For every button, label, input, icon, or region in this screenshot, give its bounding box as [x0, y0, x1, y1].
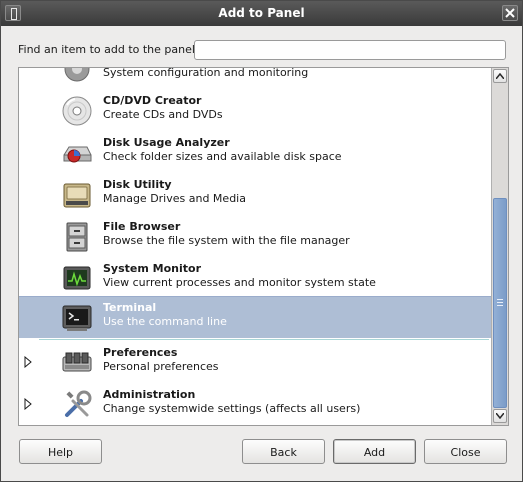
item-description: View current processes and monitor syste…: [103, 276, 376, 289]
item-list-viewport: System configuration and monitoring CD/D…: [19, 68, 491, 425]
item-description: Create CDs and DVDs: [103, 108, 223, 121]
item-description: System configuration and monitoring: [103, 68, 309, 79]
scrollbar-grip: [497, 299, 503, 307]
item-name: CD/DVD Creator: [103, 94, 202, 107]
disk-usage-icon: [63, 146, 92, 163]
cd-dvd-icon: [62, 96, 92, 126]
category-separator: [39, 339, 489, 340]
item-name: Disk Utility: [103, 178, 172, 191]
item-description: Personal preferences: [103, 360, 219, 373]
system-tools-icon: [64, 68, 90, 82]
item-name: Disk Usage Analyzer: [103, 136, 230, 149]
close-button[interactable]: Close: [424, 439, 507, 464]
list-item[interactable]: File Browser Browse the file system with…: [19, 216, 491, 258]
list-item[interactable]: Terminal Use the command line: [19, 296, 491, 338]
system-monitor-icon: [63, 266, 91, 290]
item-description: Browse the file system with the file man…: [103, 234, 350, 247]
item-name: System Monitor: [103, 262, 201, 275]
scroll-down-button[interactable]: [493, 409, 507, 423]
preferences-icon: [62, 352, 92, 372]
item-description: Check folder sizes and available disk sp…: [103, 150, 342, 163]
item-name: Administration: [103, 388, 196, 401]
list-item[interactable]: CD/DVD Creator Create CDs and DVDs: [19, 90, 491, 132]
item-description: Change systemwide settings (affects all …: [103, 402, 361, 415]
expander-arrow-icon[interactable]: [24, 356, 32, 368]
list-item[interactable]: Administration Change systemwide setting…: [19, 384, 491, 425]
administration-icon: [65, 390, 92, 417]
close-window-icon[interactable]: [502, 5, 518, 21]
scroll-up-button[interactable]: [493, 69, 507, 83]
window-title: Add to Panel: [218, 6, 305, 20]
list-item[interactable]: Preferences Personal preferences: [19, 342, 491, 384]
item-description: Manage Drives and Media: [103, 192, 246, 205]
list-item[interactable]: Disk Utility Manage Drives and Media: [19, 174, 491, 216]
window-menu-icon[interactable]: [5, 5, 21, 21]
list-item[interactable]: System configuration and monitoring: [19, 68, 491, 90]
search-label: Find an item to add to the panel:: [18, 43, 199, 56]
item-name: Preferences: [103, 346, 178, 359]
add-button[interactable]: Add: [333, 439, 416, 464]
list-item[interactable]: System Monitor View current processes an…: [19, 258, 491, 300]
add-to-panel-dialog: Add to Panel Find an item to add to the …: [0, 0, 523, 482]
help-button[interactable]: Help: [19, 439, 102, 464]
item-name: File Browser: [103, 220, 181, 233]
file-cabinet-icon: [66, 222, 88, 252]
scrollbar-thumb[interactable]: [493, 198, 507, 408]
vertical-scrollbar[interactable]: [491, 68, 508, 425]
item-name: Terminal: [103, 301, 157, 314]
item-list: System configuration and monitoring CD/D…: [18, 67, 509, 426]
search-input[interactable]: [194, 40, 506, 60]
back-button[interactable]: Back: [242, 439, 325, 464]
hard-drive-icon: [63, 183, 91, 208]
terminal-icon: [62, 305, 92, 331]
item-description: Use the command line: [103, 315, 227, 328]
expander-arrow-icon[interactable]: [24, 398, 32, 410]
list-item[interactable]: Disk Usage Analyzer Check folder sizes a…: [19, 132, 491, 174]
title-bar: Add to Panel: [1, 1, 522, 26]
